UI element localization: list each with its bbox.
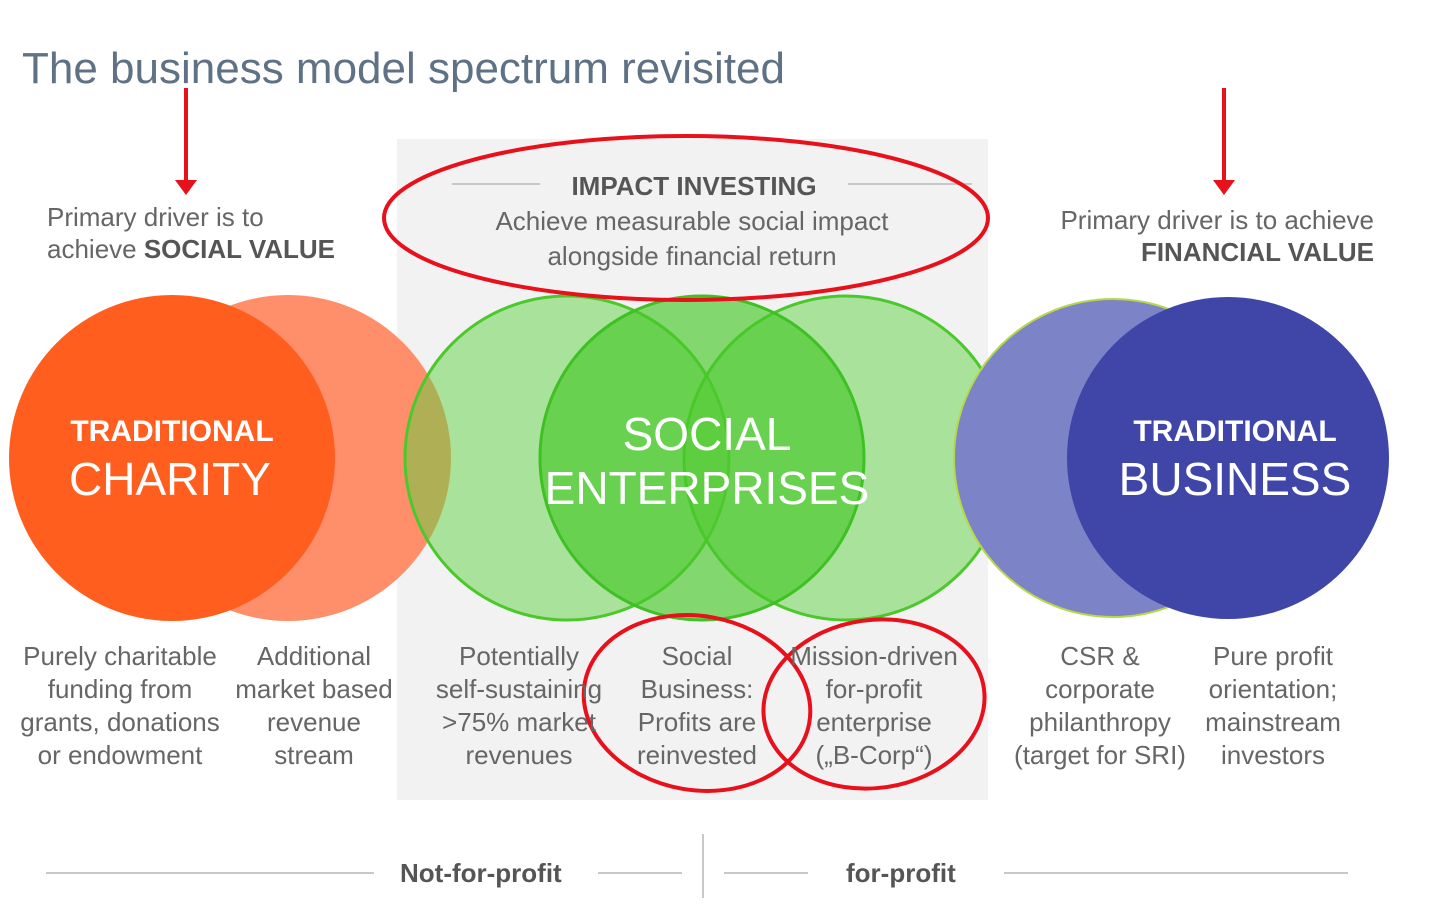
- driver-financial-line2: FINANCIAL VALUE: [1140, 237, 1374, 267]
- desc-self-sustaining: Potentially self-sustaining >75% market …: [435, 641, 603, 770]
- driver-social-line2: achieve SOCIAL VALUE: [47, 234, 336, 264]
- driver-financial: Primary driver is to achieve FINANCIAL V…: [1000, 204, 1374, 268]
- driver-social-line1: Primary driver is to: [47, 202, 264, 232]
- footer-not-for-profit: Not-for-profit: [400, 858, 562, 888]
- desc-social-business: Social Business: Profits are reinvested: [637, 641, 757, 770]
- social-label-line1: SOCIAL: [622, 408, 792, 460]
- business-label-small: TRADITIONAL: [1133, 415, 1337, 448]
- red-arrow-right-head: [1213, 180, 1235, 195]
- footer-for-profit: for-profit: [846, 858, 956, 888]
- driver-financial-line1: Primary driver is to achieve: [1060, 205, 1374, 235]
- desc-csr: CSR & corporate philanthropy (target for…: [1014, 641, 1186, 770]
- charity-label-small: TRADITIONAL: [70, 415, 274, 448]
- social-label-line2: ENTERPRISES: [544, 462, 870, 514]
- impact-investing-label: IMPACT INVESTING: [571, 171, 817, 201]
- business-label-big: BUSINESS: [1118, 453, 1352, 505]
- impact-investing-desc: Achieve measurable social impact alongsi…: [495, 206, 889, 271]
- driver-social: Primary driver is to achieve SOCIAL VALU…: [47, 201, 335, 265]
- desc-pure-profit: Pure profit orientation; mainstream inve…: [1205, 641, 1341, 770]
- desc-b-corp: Mission-driven for-profit enterprise („B…: [790, 641, 958, 770]
- red-arrow-left-head: [175, 180, 197, 195]
- page-title: The business model spectrum revisited: [22, 44, 785, 93]
- desc-market-revenue: Additional market based revenue stream: [235, 641, 393, 770]
- desc-purely-charitable: Purely charitable funding from grants, d…: [20, 641, 220, 770]
- charity-label-big: CHARITY: [69, 453, 271, 505]
